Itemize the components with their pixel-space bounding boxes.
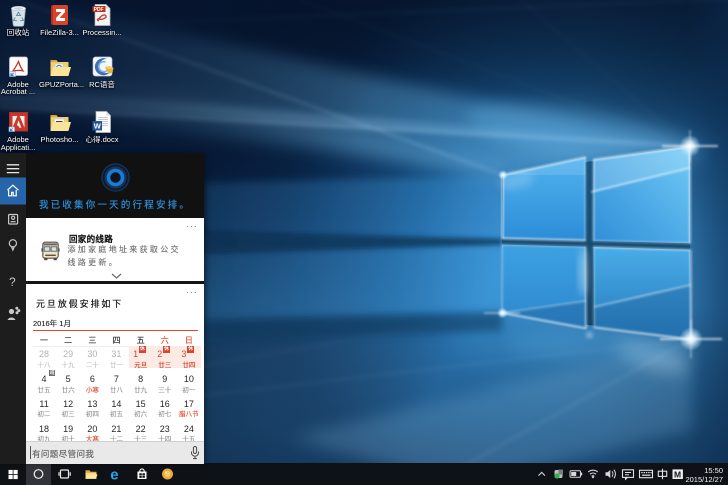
svg-text:PDF: PDF bbox=[93, 7, 103, 13]
svg-text:e: e bbox=[110, 466, 118, 483]
svg-text:W: W bbox=[93, 122, 101, 131]
svg-text:?: ? bbox=[9, 275, 16, 289]
